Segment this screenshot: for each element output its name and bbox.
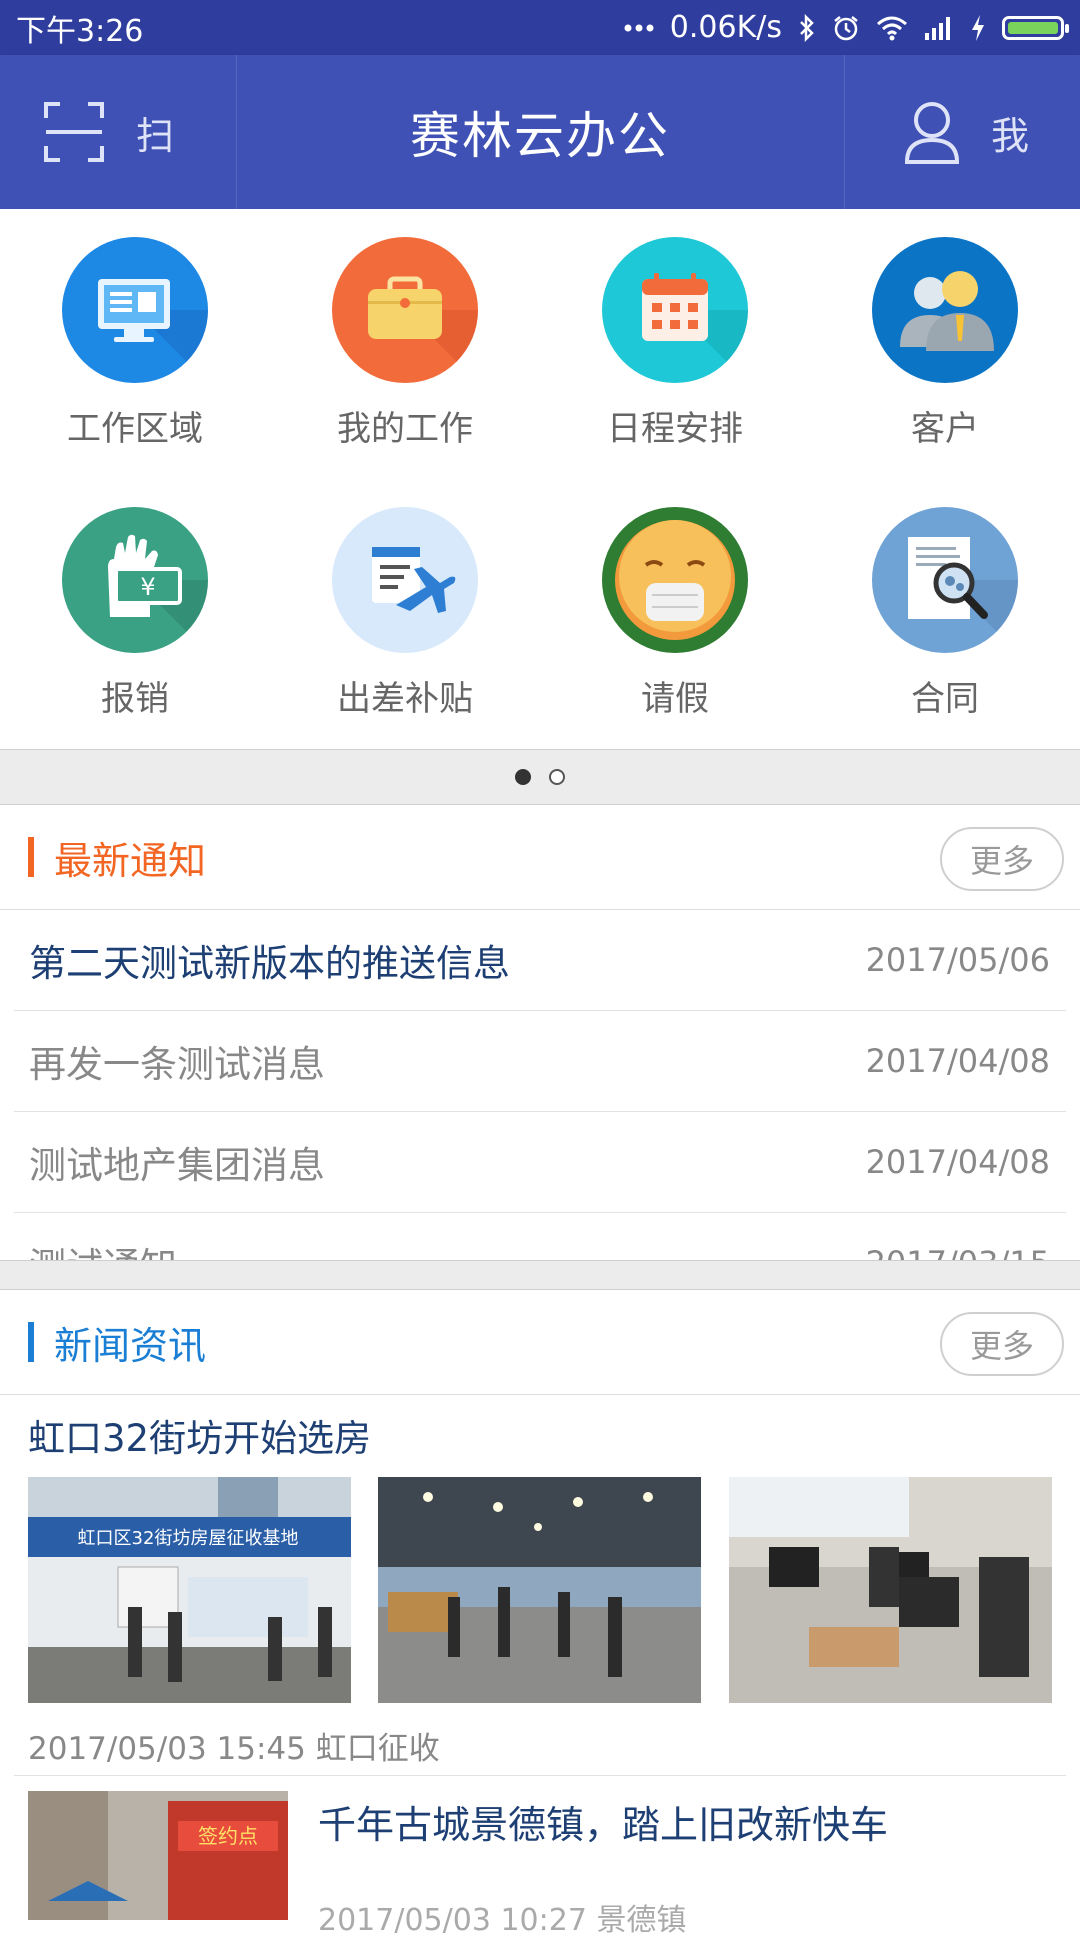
signal-icon [924,15,954,41]
list-item[interactable]: 测试通知 2017/03/15 [14,1213,1066,1260]
calendar-icon [602,237,748,383]
list-item[interactable]: 第二天测试新版本的推送信息 2017/05/06 [14,910,1066,1011]
grid-label: 日程安排 [607,409,743,449]
news-item-meta: 2017/05/03 10:27 景德镇 [318,1903,687,1938]
notice-date: 2017/04/08 [865,1143,1050,1181]
news-photo[interactable] [729,1477,1052,1703]
grid-label: 请假 [641,679,709,719]
battery-icon [1002,15,1069,40]
grid-item-leave[interactable]: 请假 [540,479,810,749]
grid-label: 合同 [911,679,979,719]
notice-text: 第二天测试新版本的推送信息 [29,942,510,985]
network-speed: 0.06K/s [669,10,782,45]
photo-sign-text: 签约点 [198,1824,258,1848]
wifi-icon [876,15,908,41]
grid-item-my-work[interactable]: 我的工作 [270,209,540,479]
section-accent-bar [28,1322,34,1362]
app-bar: 扫 赛林云办公 我 [0,55,1080,209]
user-profile-icon [903,100,961,164]
grid-item-schedule[interactable]: 日程安排 [540,209,810,479]
grid-label: 客户 [911,409,979,449]
contract-magnifier-icon [872,507,1018,653]
grid-label: 报销 [101,679,169,719]
photo-sign-text: 虹口区32街坊房屋征收基地 [78,1528,299,1549]
me-label: 我 [991,113,1030,158]
grid-item-work-area[interactable]: 工作区域 [0,209,270,479]
news-item-meta: 2017/05/03 15:45 虹口征收 [28,1730,440,1767]
notice-text: 再发一条测试消息 [29,1043,325,1086]
grid-item-travel-allowance[interactable]: 出差补贴 [270,479,540,749]
divider [14,1775,1066,1776]
news-item-title[interactable]: 千年古城景德镇，踏上旧改新快车 [318,1791,888,1851]
grid-item-reimbursement[interactable]: ¥ 报销 [0,479,270,749]
grid-item-contract[interactable]: 合同 [810,479,1080,749]
list-item[interactable]: 再发一条测试消息 2017/04/08 [14,1011,1066,1112]
page-dot-active[interactable] [515,769,531,785]
customers-icon [872,237,1018,383]
monitor-icon [62,237,208,383]
notices-title: 最新通知 [54,838,207,883]
notices-header: 最新通知 更多 [0,805,1080,910]
charging-icon [970,14,986,42]
reimburse-money-icon: ¥ [62,507,208,653]
sick-mask-face-icon [602,507,748,653]
alarm-icon [832,14,860,42]
more-dots-icon [624,23,654,33]
notice-date: 2017/03/15 [866,1213,1050,1260]
svg-text:¥: ¥ [140,573,155,601]
news-photo[interactable] [378,1477,701,1703]
grid-item-customers[interactable]: 客户 [810,209,1080,479]
list-item[interactable]: 测试地产集团消息 2017/04/08 [14,1112,1066,1213]
news-thumbnail[interactable]: 签约点 [28,1791,288,1920]
status-bar: 下午3:26 0.06K/s [0,0,1080,55]
page-dot[interactable] [549,769,565,785]
notice-date: 2017/04/08 [865,1042,1050,1080]
notice-text: 测试通知 [29,1213,177,1260]
scan-label: 扫 [136,113,175,158]
bluetooth-icon [798,13,816,42]
notices-more-button[interactable]: 更多 [940,827,1064,891]
notice-text: 测试地产集团消息 [29,1144,325,1187]
section-divider [0,1260,1080,1290]
grid-label: 我的工作 [337,409,473,449]
news-item-title[interactable]: 虹口32街坊开始选房 [28,1395,371,1475]
airplane-icon [332,507,478,653]
notice-list: 第二天测试新版本的推送信息 2017/05/06 再发一条测试消息 2017/0… [0,910,1080,1260]
notice-date: 2017/05/06 [865,941,1050,979]
news-photo-strip[interactable]: 虹口区32街坊房屋征收基地 [28,1477,1052,1703]
news-title: 新闻资讯 [54,1323,207,1368]
status-time: 下午3:26 [16,13,144,49]
scan-button[interactable]: 扫 [0,55,237,209]
news-header: 新闻资讯 更多 [0,1290,1080,1395]
page-indicator [0,749,1080,805]
grid-label: 工作区域 [67,409,203,449]
status-icons: 0.06K/s [624,10,1069,45]
feature-grid: 工作区域 我的工作 日程安排 客户 ¥ 报销 出差补贴 请假 合同 [0,209,1080,749]
scan-icon [42,100,106,164]
me-button[interactable]: 我 [844,55,1080,209]
grid-label: 出差补贴 [337,679,473,719]
news-photo[interactable]: 虹口区32街坊房屋征收基地 [28,1477,351,1703]
news-more-button[interactable]: 更多 [940,1312,1064,1376]
section-accent-bar [28,837,34,877]
briefcase-icon [332,237,478,383]
